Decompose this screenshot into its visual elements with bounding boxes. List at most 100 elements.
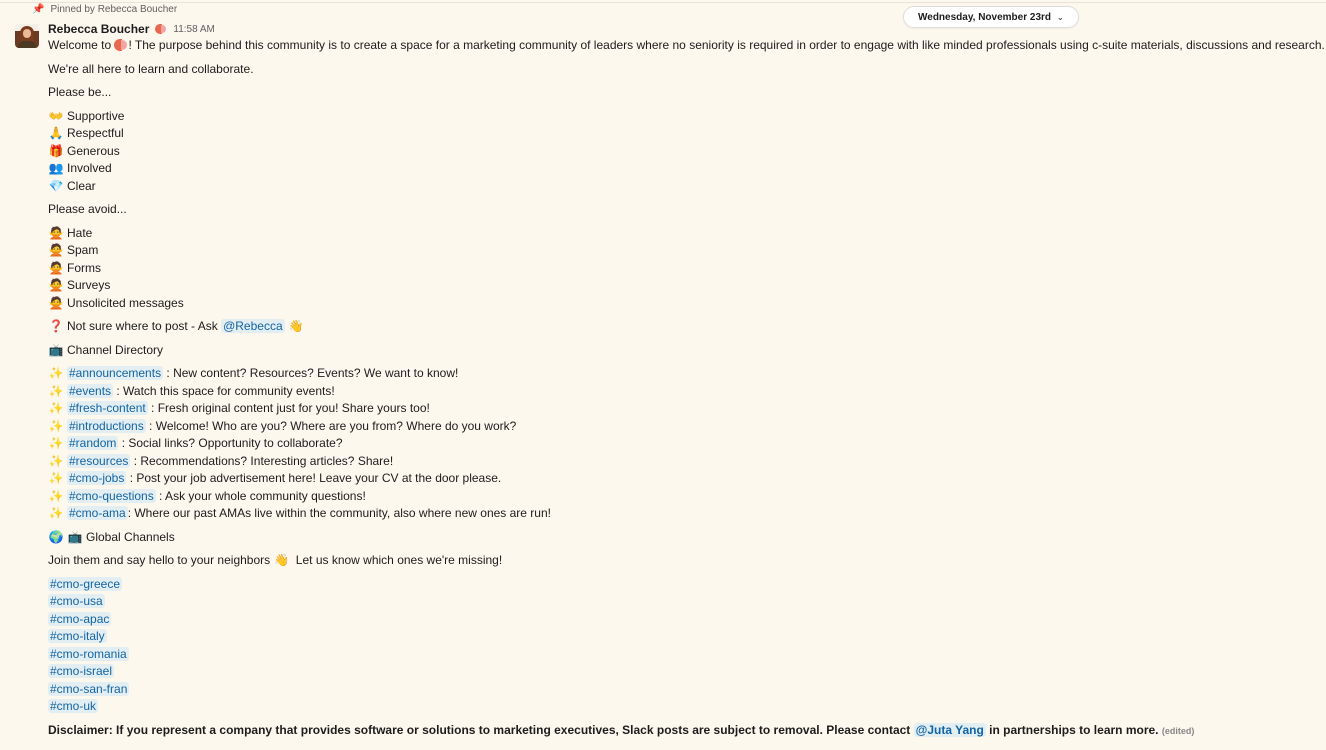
please-be-item: 🙏 Respectful [48, 125, 1316, 143]
learn-line: We're all here to learn and collaborate. [48, 61, 254, 76]
global-channel-item: #cmo-greece [48, 576, 1316, 594]
channel-link[interactable]: #cmo-italy [48, 629, 107, 643]
channel-directory-item: ✨ #random : Social links? Opportunity to … [48, 435, 1316, 453]
channel-link[interactable]: #cmo-ama [67, 506, 128, 520]
channel-link[interactable]: #introductions [67, 418, 146, 433]
please-avoid-item: 🙅 Hate [48, 225, 1316, 243]
channel-description: : Watch this space for community events! [113, 383, 335, 398]
please-be-heading: Please be... [48, 85, 112, 99]
channel-link[interactable]: #cmo-questions [67, 488, 156, 503]
global-channel-item: #cmo-italy [48, 628, 1316, 646]
please-avoid-heading: Please avoid... [48, 202, 127, 216]
channel-link[interactable]: #cmo-jobs [67, 471, 127, 485]
channel-link[interactable]: #cmo-uk [48, 699, 99, 713]
wave-icon: 👋 [288, 319, 304, 333]
item-label: Unsolicited messages [67, 295, 184, 310]
please-avoid-item: 🙅 Forms [48, 260, 1316, 278]
channel-directory-item: ✨ #events : Watch this space for communit… [48, 383, 1316, 401]
channel-directory-item: ✨ #introductions : Welcome! Who are you? … [48, 418, 1316, 436]
open-hands-icon: 👐 [48, 108, 64, 123]
global-channel-item: #cmo-apac [48, 611, 1316, 629]
people-icon: 👥 [48, 161, 64, 175]
channel-description: : Where our past AMAs live within the co… [127, 506, 551, 520]
channel-directory-list: ✨ #announcements : New content? Resources… [48, 365, 1316, 523]
not-sure-line: ❓ Not sure where to post - Ask @Rebecca 👋 [48, 318, 1316, 336]
no-gesture-icon: 🙅 [48, 225, 64, 240]
sparkles-icon: ✨ [48, 383, 64, 398]
channel-description: : Fresh original content just for you! S… [147, 401, 430, 415]
item-label: Surveys [67, 278, 111, 292]
sparkles-icon: ✨ [48, 488, 64, 503]
global-channel-item: #cmo-uk [48, 698, 1316, 716]
channel-link[interactable]: #cmo-israel [48, 664, 115, 678]
channel-description: : Welcome! Who are you? Where are you fr… [145, 418, 517, 433]
globe-icon: 🌍 [48, 529, 64, 544]
channel-link[interactable]: #cmo-apac [48, 611, 112, 626]
channel-link[interactable]: #cmo-san-fran [48, 681, 130, 696]
question-mark-icon: ❓ [48, 319, 64, 333]
channel-directory-item: ✨ #resources : Recommendations? Interesti… [48, 453, 1316, 471]
pin-icon: 📌 [32, 4, 45, 15]
channel-description: : New content? Resources? Events? We wan… [163, 366, 459, 380]
channel-link[interactable]: #cmo-usa [48, 594, 105, 608]
edited-label: (edited) [1161, 725, 1195, 736]
please-be-item: 💎 Clear [48, 178, 1316, 196]
avatar[interactable] [15, 24, 39, 48]
intro-line: Welcome to ! The purpose behind this com… [48, 37, 1325, 55]
intro-prefix: Welcome to [48, 38, 115, 52]
sparkles-icon: ✨ [48, 418, 64, 433]
please-be-item: 🎁 Generous [48, 143, 1316, 161]
please-avoid-list: 🙅 Hate 🙅 Spam 🙅 Forms 🙅 Surveys 🙅 Unsolicited mes… [48, 225, 1316, 313]
global-channels-heading: 🌍 📺 Global Channels [48, 529, 1316, 547]
sparkles-icon: ✨ [48, 471, 64, 485]
sparkles-icon: ✨ [48, 366, 64, 380]
channel-description: : Ask your whole community questions! [155, 488, 366, 503]
divider [0, 2, 1326, 3]
no-gesture-icon: 🙅 [48, 243, 64, 257]
gem-icon: 💎 [48, 178, 64, 193]
please-avoid-item: 🙅 Surveys [48, 277, 1316, 295]
channel-description: : Social links? Opportunity to collabora… [118, 436, 343, 450]
channel-description: : Recommendations? Interesting articles?… [130, 453, 394, 468]
item-label: Supportive [67, 108, 125, 123]
disclaimer: Disclaimer: If you represent a company t… [48, 722, 1195, 737]
channel-link[interactable]: #cmo-greece [48, 576, 123, 591]
channel-link[interactable]: #events [67, 383, 114, 398]
item-label: Respectful [67, 126, 124, 140]
global-channel-item: #cmo-san-fran [48, 681, 1316, 699]
mention-rebecca[interactable]: @Rebecca [221, 319, 285, 333]
sparkles-icon: ✨ [48, 453, 64, 468]
channel-directory-heading: 📺 Channel Directory [48, 342, 1316, 360]
channel-link[interactable]: #random [67, 436, 119, 450]
global-channels-list: #cmo-greece #cmo-usa #cmo-apac #cmo-italy #c… [48, 576, 1316, 716]
community-logo-icon [114, 38, 128, 51]
intro-suffix: ! The purpose behind this community is t… [128, 38, 1325, 52]
tv-icon: 📺 [48, 342, 64, 357]
channel-link[interactable]: #resources [67, 453, 131, 468]
timestamp[interactable]: 11:58 AM [173, 24, 215, 35]
sparkles-icon: ✨ [48, 436, 64, 450]
join-line: Join them and say hello to your neighbor… [48, 552, 1316, 570]
global-channel-item: #cmo-usa [48, 593, 1316, 611]
tv-icon: 📺 [67, 529, 83, 544]
community-badge-icon [155, 23, 167, 35]
channel-directory-item: ✨ #fresh-content : Fresh original content… [48, 400, 1316, 418]
no-gesture-icon: 🙅 [48, 278, 64, 292]
please-be-list: 👐 Supportive 🙏 Respectful 🎁 Generous 👥 Involved… [48, 108, 1316, 196]
wave-icon: 👋 [273, 553, 289, 567]
item-label: Forms [67, 260, 101, 275]
channel-link[interactable]: #announcements [67, 366, 164, 380]
please-be-item: 👥 Involved [48, 160, 1316, 178]
global-channel-item: #cmo-israel [48, 663, 1316, 681]
gift-icon: 🎁 [48, 143, 64, 158]
channel-link[interactable]: #cmo-romania [48, 646, 129, 661]
channel-directory-item: ✨ #cmo-questions : Ask your whole communi… [48, 488, 1316, 506]
channel-link[interactable]: #fresh-content [67, 401, 148, 415]
pinned-text: Pinned by Rebecca Boucher [50, 4, 178, 15]
global-channel-item: #cmo-romania [48, 646, 1316, 664]
mention-juta-yang[interactable]: @Juta Yang [913, 722, 986, 737]
no-gesture-icon: 🙅 [48, 260, 64, 275]
author-name[interactable]: Rebecca Boucher [48, 22, 149, 36]
channel-directory-item: ✨ #cmo-jobs : Post your job advertisement… [48, 470, 1316, 488]
channel-directory-item: ✨ #announcements : New content? Resources… [48, 365, 1316, 383]
